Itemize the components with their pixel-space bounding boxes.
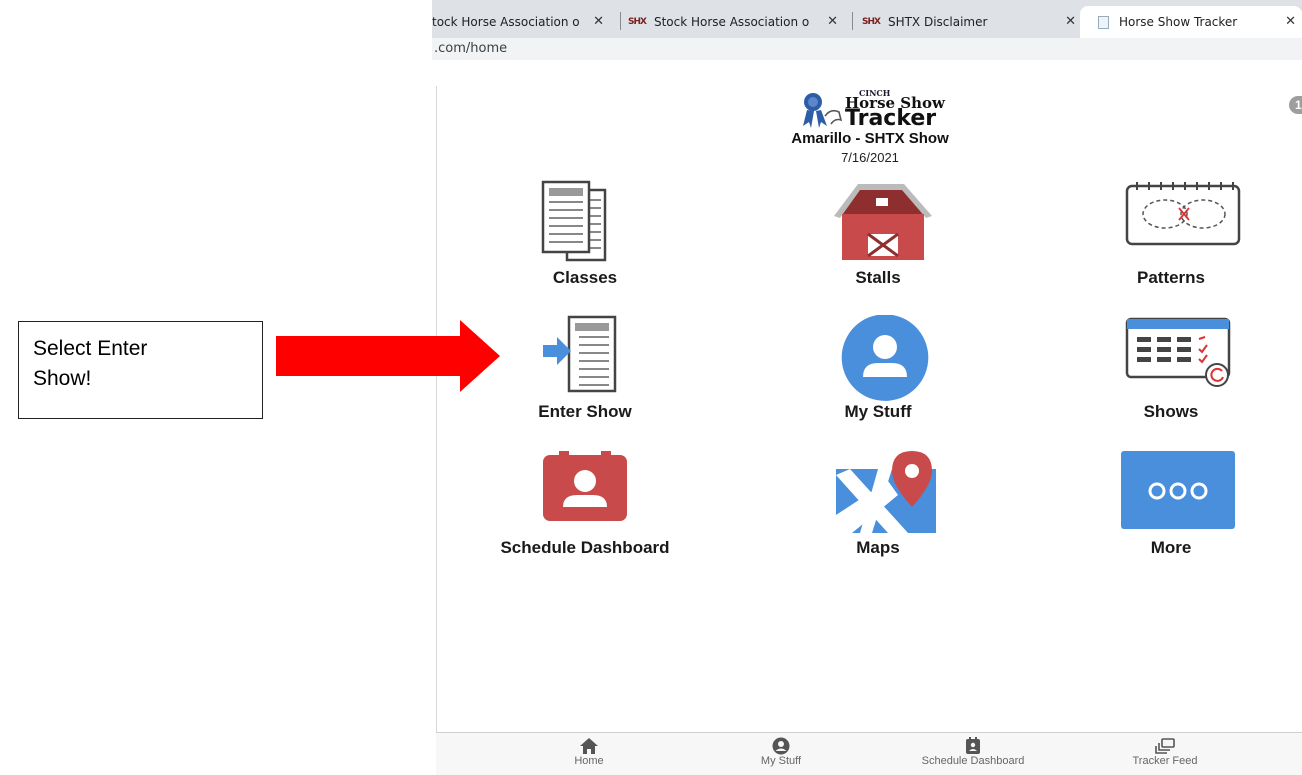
shx-favicon-icon: SHX xyxy=(628,17,647,27)
browser-tab[interactable]: tock Horse Association o ✕ xyxy=(432,6,612,38)
tile-label: My Stuff xyxy=(844,402,912,421)
tile-stalls[interactable]: Stalls xyxy=(778,180,978,310)
app-logo: CINCH Horse Show Tracker xyxy=(797,88,967,131)
tab-title: Stock Horse Association o xyxy=(653,15,810,29)
classes-icon xyxy=(541,180,607,262)
instruction-callout: Select Enter Show! xyxy=(18,321,263,419)
red-arrow-icon xyxy=(276,320,500,392)
browser-tab-bar: tock Horse Association o ✕ SHX Stock Hor… xyxy=(432,0,1302,38)
more-dots-icon xyxy=(1121,451,1235,529)
map-pin-icon xyxy=(836,451,936,533)
home-icon xyxy=(580,738,598,754)
nav-label: Schedule Dashboard xyxy=(921,755,1025,767)
tile-label: Maps xyxy=(856,538,900,557)
tile-schedule-dashboard[interactable]: Schedule Dashboard xyxy=(485,451,685,581)
tile-label: Schedule Dashboard xyxy=(500,538,670,557)
clipboard-icon xyxy=(966,737,980,754)
tab-title: tock Horse Association o xyxy=(432,15,580,29)
callout-line1: Select Enter xyxy=(33,337,148,360)
app-window: 1 CINCH Horse Show Tracker Amarillo - SH… xyxy=(436,86,1302,774)
tile-maps[interactable]: Maps xyxy=(778,451,978,581)
barn-icon xyxy=(834,184,932,260)
tile-enter-show[interactable]: Enter Show xyxy=(485,315,685,445)
tile-patterns[interactable]: Patterns xyxy=(1071,180,1271,310)
close-icon[interactable]: ✕ xyxy=(593,14,604,29)
show-date: 7/16/2021 xyxy=(841,150,899,165)
nav-schedule-dashboard[interactable]: Schedule Dashboard xyxy=(903,735,1043,767)
browser-tab[interactable]: SHX Stock Horse Association o ✕ xyxy=(628,6,846,38)
show-name: Amarillo - SHTX Show xyxy=(791,130,949,147)
pattern-icon xyxy=(1125,182,1241,246)
nav-label: My Stuff xyxy=(760,755,802,767)
nav-my-stuff[interactable]: My Stuff xyxy=(711,735,851,767)
tile-label: Shows xyxy=(1143,402,1199,421)
bottom-nav: Home My Stuff Schedule Dashboard Tracker… xyxy=(436,732,1302,775)
nav-home[interactable]: Home xyxy=(519,735,659,767)
tile-classes[interactable]: Classes xyxy=(485,180,685,310)
calendar-icon xyxy=(1125,317,1231,387)
feed-icon xyxy=(1155,738,1175,754)
tile-label: Patterns xyxy=(1136,268,1206,287)
address-text: .com/home xyxy=(434,41,508,56)
page-icon xyxy=(1098,15,1109,29)
tile-my-stuff[interactable]: My Stuff xyxy=(778,315,978,445)
browser-tab-active[interactable]: Horse Show Tracker ✕ xyxy=(1080,6,1302,38)
tile-label: Enter Show xyxy=(538,402,632,421)
close-icon[interactable]: ✕ xyxy=(1285,14,1296,29)
tile-more[interactable]: More xyxy=(1071,451,1271,581)
logo-line2: Tracker xyxy=(845,106,937,131)
callout-line2: Show! xyxy=(33,367,92,390)
close-icon[interactable]: ✕ xyxy=(827,14,838,29)
tile-label: More xyxy=(1150,538,1192,557)
enter-show-icon xyxy=(543,315,617,393)
schedule-badge-icon xyxy=(543,451,627,521)
tile-shows[interactable]: Shows xyxy=(1071,315,1271,445)
tile-label: Stalls xyxy=(855,268,901,287)
browser-tab[interactable]: SHX SHTX Disclaimer ✕ xyxy=(862,6,1092,38)
nav-label: Tracker Feed xyxy=(1132,755,1198,767)
ribbon-horse-icon xyxy=(803,93,843,128)
user-circle-icon xyxy=(841,315,929,401)
notification-badge[interactable]: 1 xyxy=(1289,96,1302,114)
shx-favicon-icon: SHX xyxy=(862,17,881,27)
address-bar[interactable]: .com/home xyxy=(432,38,1302,60)
tab-title: Horse Show Tracker xyxy=(1119,15,1238,29)
tile-label: Classes xyxy=(552,268,618,287)
close-icon[interactable]: ✕ xyxy=(1065,14,1076,29)
nav-label: Home xyxy=(574,755,604,767)
tab-title: SHTX Disclaimer xyxy=(887,15,988,29)
user-icon xyxy=(772,737,790,755)
nav-tracker-feed[interactable]: Tracker Feed xyxy=(1095,735,1235,767)
